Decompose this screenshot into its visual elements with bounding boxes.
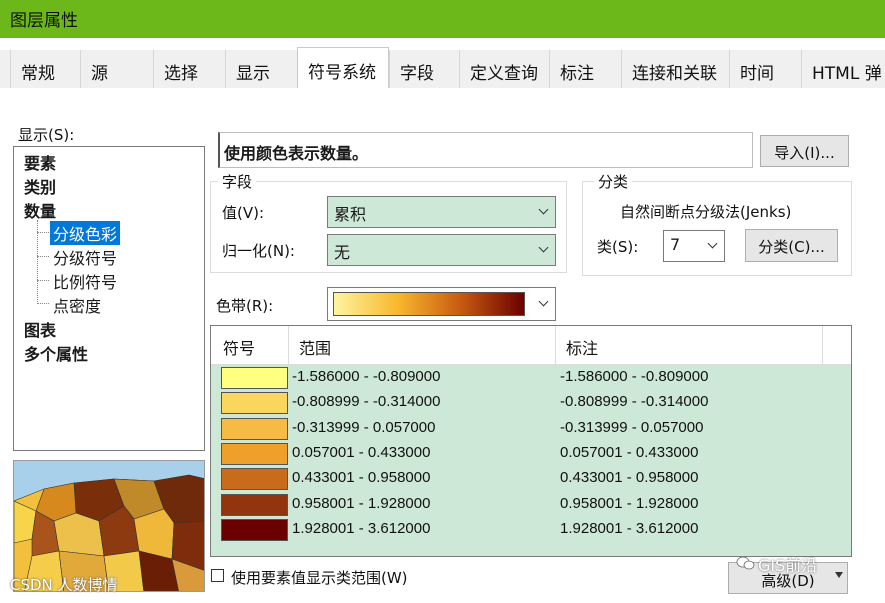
header-symbol[interactable]: 符号 <box>223 335 255 359</box>
tab-strip: 常规 源 选择 显示 符号系统 字段 定义查询 标注 连接和关联 时间 HTML… <box>0 47 885 89</box>
show-label: 显示(S): <box>18 126 75 144</box>
label-cell[interactable]: -0.808999 - -0.314000 <box>560 393 708 410</box>
color-ramp-label: 色带(R): <box>216 297 274 315</box>
class-symbol-swatch[interactable] <box>221 392 288 415</box>
table-row[interactable]: 0.433001 - 0.958000 0.433001 - 0.958000 <box>211 467 851 492</box>
table-row[interactable]: 0.057001 - 0.433000 0.057001 - 0.433000 <box>211 442 851 467</box>
watermark-text: GIS前沿 <box>758 556 818 575</box>
classification-group-title: 分类 <box>594 171 633 192</box>
range-cell[interactable]: 1.928001 - 3.612000 <box>292 520 430 537</box>
class-symbol-swatch[interactable] <box>221 417 288 440</box>
fields-group-title: 字段 <box>218 171 257 192</box>
tree-item-categories[interactable]: 类别 <box>24 174 56 198</box>
normalization-label: 归一化(N): <box>222 242 295 260</box>
show-tree: 要素 类别 数量 分级色彩 分级符号 比例符号 点密度 图表 多个属性 <box>13 146 205 451</box>
normalization-field-select[interactable]: 无 <box>327 234 556 266</box>
header-label[interactable]: 标注 <box>566 335 598 359</box>
description-box: 使用颜色表示数量。 <box>218 132 753 168</box>
table-row[interactable]: -0.808999 - -0.314000 -0.808999 - -0.3140… <box>211 391 851 416</box>
table-row[interactable]: 1.928001 - 3.612000 1.928001 - 3.612000 <box>211 518 851 543</box>
tree-connector <box>37 256 49 257</box>
chevron-down-icon <box>537 204 551 218</box>
class-symbol-swatch[interactable] <box>221 468 288 491</box>
label-cell[interactable]: -1.586000 - -0.809000 <box>560 368 708 385</box>
table-row[interactable]: 0.958001 - 1.928000 0.958001 - 1.928000 <box>211 493 851 518</box>
table-row[interactable]: -1.586000 - -0.809000 -1.586000 - -0.8090… <box>211 366 851 391</box>
tab-fields[interactable]: 字段 <box>389 50 459 88</box>
class-symbol-swatch[interactable] <box>221 367 288 389</box>
window-title: 图层属性 <box>10 11 78 31</box>
tree-connector <box>37 280 49 281</box>
range-cell[interactable]: -1.586000 - -0.809000 <box>292 368 440 385</box>
classes-table[interactable]: 符号 范围 标注 -1.586000 - -0.809000 -1.586000 … <box>210 325 852 557</box>
dropdown-arrow-icon <box>835 572 843 578</box>
tab-definition-query[interactable]: 定义查询 <box>459 50 549 88</box>
classify-button[interactable]: 分类(C)... <box>745 229 838 262</box>
classification-method: 自然间断点分级法(Jenks) <box>620 203 792 221</box>
class-symbol-swatch[interactable] <box>221 518 288 541</box>
map-preview-graphic <box>14 461 204 591</box>
value-field-text: 累积 <box>334 205 367 224</box>
column-divider <box>288 326 289 364</box>
tab-time[interactable]: 时间 <box>729 50 801 88</box>
color-ramp-swatch <box>333 292 525 316</box>
column-divider <box>822 326 823 364</box>
tree-item-features[interactable]: 要素 <box>24 150 56 174</box>
classes-value: 7 <box>670 235 681 254</box>
label-cell[interactable]: 0.958001 - 1.928000 <box>560 495 698 512</box>
table-row[interactable]: -0.313999 - 0.057000 -0.313999 - 0.057000 <box>211 417 851 442</box>
tree-connector <box>37 303 49 304</box>
range-cell[interactable]: -0.808999 - -0.314000 <box>292 393 440 410</box>
tab-symbology[interactable]: 符号系统 <box>297 47 389 89</box>
show-class-ranges-checkbox[interactable] <box>211 569 224 582</box>
preview-map-image <box>13 460 205 592</box>
tab-general[interactable]: 常规 <box>10 50 80 88</box>
class-symbol-swatch[interactable] <box>221 493 288 516</box>
tab-source[interactable]: 源 <box>80 50 153 88</box>
value-field-select[interactable]: 累积 <box>327 196 556 228</box>
tab-labels[interactable]: 标注 <box>549 50 621 88</box>
tree-item-graduated-symbols[interactable]: 分级符号 <box>53 245 117 269</box>
header-range[interactable]: 范围 <box>299 335 331 359</box>
label-cell[interactable]: 0.433001 - 0.958000 <box>560 469 698 486</box>
tree-item-dot-density[interactable]: 点密度 <box>53 293 101 317</box>
tab-joins-relates[interactable]: 连接和关联 <box>621 50 729 88</box>
tree-item-multiple-attributes[interactable]: 多个属性 <box>24 341 88 365</box>
chevron-down-icon <box>706 238 720 252</box>
range-cell[interactable]: 0.057001 - 0.433000 <box>292 444 430 461</box>
tree-item-charts[interactable]: 图表 <box>24 317 56 341</box>
label-cell[interactable]: -0.313999 - 0.057000 <box>560 419 703 436</box>
normalization-field-text: 无 <box>334 243 351 262</box>
tab-html-popup[interactable]: HTML 弹 <box>801 50 885 88</box>
tree-item-proportional-symbols[interactable]: 比例符号 <box>53 269 117 293</box>
classes-select[interactable]: 7 <box>663 230 725 262</box>
title-bar: 图层属性 <box>0 0 885 38</box>
class-symbol-swatch[interactable] <box>221 442 288 465</box>
import-button[interactable]: 导入(I)... <box>760 135 849 167</box>
range-cell[interactable]: 0.433001 - 0.958000 <box>292 469 430 486</box>
csdn-watermark: CSDN 人数博情 <box>10 576 118 594</box>
value-label: 值(V): <box>222 204 265 222</box>
column-divider <box>555 326 556 364</box>
show-class-ranges-label: 使用要素值显示类范围(W) <box>231 569 408 587</box>
wechat-icon <box>736 556 755 570</box>
classes-label: 类(S): <box>597 238 639 256</box>
tree-connector <box>37 232 49 233</box>
label-cell[interactable]: 0.057001 - 0.433000 <box>560 444 698 461</box>
label-cell[interactable]: 1.928001 - 3.612000 <box>560 520 698 537</box>
range-cell[interactable]: -0.313999 - 0.057000 <box>292 419 435 436</box>
range-cell[interactable]: 0.958001 - 1.928000 <box>292 495 430 512</box>
table-header: 符号 范围 标注 <box>211 326 851 365</box>
tab-selection[interactable]: 选择 <box>153 50 225 88</box>
chevron-down-icon <box>537 242 551 256</box>
tab-display[interactable]: 显示 <box>225 50 297 88</box>
tree-item-quantities[interactable]: 数量 <box>24 198 56 222</box>
chevron-down-icon <box>537 296 551 310</box>
tree-item-graduated-colors[interactable]: 分级色彩 <box>50 221 121 245</box>
